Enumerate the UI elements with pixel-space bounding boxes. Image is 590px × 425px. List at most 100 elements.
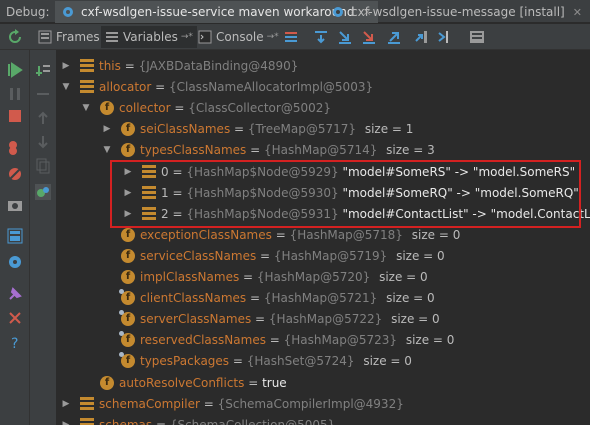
field-icon: f xyxy=(119,352,135,369)
var-size: size = 0 xyxy=(392,248,445,263)
rerun-icon[interactable] xyxy=(7,29,23,45)
step-out-icon[interactable] xyxy=(386,29,402,45)
equals-sign: = xyxy=(271,227,290,242)
var-size: size = 1 xyxy=(361,122,414,137)
var-name: this xyxy=(99,59,121,73)
pin-icon[interactable]: →* xyxy=(181,32,193,42)
var-value: {HashMap@5723} xyxy=(283,333,398,348)
session-tab-message[interactable]: cxf-wsdlgen-issue-message [install] ✕ xyxy=(325,1,588,23)
equals-sign: = xyxy=(251,312,269,327)
chevron-down-icon[interactable]: ▼ xyxy=(81,103,91,113)
stop-icon[interactable] xyxy=(7,108,23,124)
equals-sign: = xyxy=(152,417,170,425)
chevron-right-icon[interactable]: ▶ xyxy=(61,420,71,425)
var-name: clientClassNames xyxy=(140,291,247,306)
close-icon[interactable]: ✕ xyxy=(573,6,582,19)
resume-icon[interactable] xyxy=(7,62,23,78)
remove-watch-icon[interactable] xyxy=(35,86,51,102)
close-icon[interactable] xyxy=(7,310,23,326)
restore-layout-icon[interactable] xyxy=(7,228,23,244)
var-name: allocator xyxy=(99,80,152,95)
chevron-right-icon[interactable]: ▶ xyxy=(61,399,71,409)
tree-row-text: implClassNames = {HashMap@5720} size = 0 xyxy=(140,270,428,284)
var-value: {JAXBDataBinding@4890} xyxy=(138,59,299,73)
tab-frames-label: Frames xyxy=(56,30,100,44)
tab-frames[interactable]: Frames xyxy=(34,26,104,48)
var-name: seiClassNames xyxy=(140,122,231,137)
tree-row[interactable]: ▶ f seiClassNames = {TreeMap@5717} size = … xyxy=(57,119,590,140)
equals-sign: = xyxy=(239,270,257,284)
tree-row-text: reservedClassNames = {HashMap@5723} size… xyxy=(140,333,454,347)
variables-tree: ▶ this = {JAXBDataBinding@4890} ▼ allocator… xyxy=(57,50,590,425)
var-value: {TreeMap@5717} xyxy=(247,122,357,137)
chevron-right-icon[interactable]: ▶ xyxy=(61,61,71,71)
view-breakpoints-icon[interactable] xyxy=(7,140,23,156)
tree-row[interactable]: ▶ this = {JAXBDataBinding@4890} xyxy=(57,56,590,77)
tree-row[interactable]: f serverClassNames = {HashMap@5722} size … xyxy=(57,309,590,330)
run-to-cursor-icon[interactable] xyxy=(437,29,453,45)
var-size: size = 0 xyxy=(375,270,428,284)
force-step-into-icon[interactable] xyxy=(361,29,377,45)
copy-icon[interactable] xyxy=(35,158,51,174)
object-icon xyxy=(80,396,94,411)
pause-icon[interactable] xyxy=(7,86,23,102)
field-icon: f xyxy=(121,227,135,242)
field-icon: f xyxy=(121,122,135,137)
mute-breakpoints-icon[interactable] xyxy=(7,166,23,182)
get-thread-dump-icon[interactable] xyxy=(7,198,23,214)
pin-icon[interactable]: →* xyxy=(267,32,279,42)
tree-row-text: schemas = {SchemaCollection@5005} xyxy=(99,418,335,425)
pin-tab-icon[interactable] xyxy=(7,286,23,302)
tree-row[interactable]: f reservedClassNames = {HashMap@5723} siz… xyxy=(57,330,590,351)
tree-row[interactable]: ▼ allocator = {ClassNameAllocatorImpl@500… xyxy=(57,77,590,98)
tree-row[interactable]: ▼ f typesClassNames = {HashMap@5714} size … xyxy=(57,140,590,161)
step-over-icon[interactable] xyxy=(313,29,329,45)
evaluate-expression-icon[interactable] xyxy=(469,29,485,45)
help-icon[interactable]: ? xyxy=(7,334,23,350)
equals-sign: = xyxy=(246,143,264,158)
tree-row-text: typesClassNames = {HashMap@5714} size = … xyxy=(140,143,435,157)
new-watch-icon[interactable] xyxy=(35,62,51,78)
tree-row[interactable]: f implClassNames = {HashMap@5720} size = … xyxy=(57,267,590,288)
tree-row[interactable]: ▶ schemaCompiler = {SchemaCompilerImpl@49… xyxy=(57,394,590,415)
tree-row[interactable]: ▼ f collector = {ClassCollector@5002} xyxy=(57,98,590,119)
tab-console[interactable]: Console →* xyxy=(194,26,283,48)
show-types-icon[interactable] xyxy=(35,184,51,200)
var-name: typesPackages xyxy=(140,354,230,369)
chevron-down-icon[interactable]: ▼ xyxy=(102,145,112,155)
tree-row[interactable]: ▶ schemas = {SchemaCollection@5005} xyxy=(57,415,590,425)
drop-frame-icon[interactable] xyxy=(413,29,429,45)
var-name: implClassNames xyxy=(140,270,240,284)
move-up-icon[interactable] xyxy=(35,110,51,126)
var-size: size = 0 xyxy=(382,291,435,306)
tree-row-text: exceptionClassNames = {HashMap@5718} siz… xyxy=(140,228,460,242)
tree-row[interactable]: f serviceClassNames = {HashMap@5719} size… xyxy=(57,246,590,267)
move-down-icon[interactable] xyxy=(35,134,51,150)
field-icon: f xyxy=(119,310,135,327)
chevron-down-icon[interactable]: ▼ xyxy=(61,82,71,92)
var-extra: true xyxy=(262,375,287,390)
tree-row-text: allocator = {ClassNameAllocatorImpl@5003… xyxy=(99,80,373,94)
tree-row[interactable]: f autoResolveConflicts = true xyxy=(57,373,590,394)
equals-sign: = xyxy=(229,354,247,369)
tree-row-text: seiClassNames = {TreeMap@5717} size = 1 xyxy=(140,122,413,136)
var-value: {HashMap@5722} xyxy=(268,312,383,327)
var-size: size = 0 xyxy=(387,312,440,327)
tab-variables[interactable]: Variables →* xyxy=(101,26,197,48)
gear-icon xyxy=(333,7,343,17)
var-value: {SchemaCompilerImpl@4932} xyxy=(217,396,404,411)
var-name: exceptionClassNames xyxy=(140,227,272,242)
var-name: typesClassNames xyxy=(140,143,247,158)
debug-label: Debug: xyxy=(6,5,50,19)
tree-row[interactable]: f typesPackages = {HashSet@5724} size = 0 xyxy=(57,351,590,372)
variables-actions-bar xyxy=(30,50,57,425)
settings-icon[interactable] xyxy=(7,254,23,270)
field-icon: f xyxy=(121,270,135,284)
show-execution-point-icon[interactable] xyxy=(283,29,299,45)
var-value: {HashMap@5714} xyxy=(263,143,378,158)
tree-row[interactable]: f clientClassNames = {HashMap@5721} size … xyxy=(57,288,590,309)
chevron-right-icon[interactable]: ▶ xyxy=(102,124,112,134)
step-into-icon[interactable] xyxy=(337,29,353,45)
tree-row-text: collector = {ClassCollector@5002} xyxy=(119,101,331,115)
tree-row-text: typesPackages = {HashSet@5724} size = 0 xyxy=(140,354,412,368)
